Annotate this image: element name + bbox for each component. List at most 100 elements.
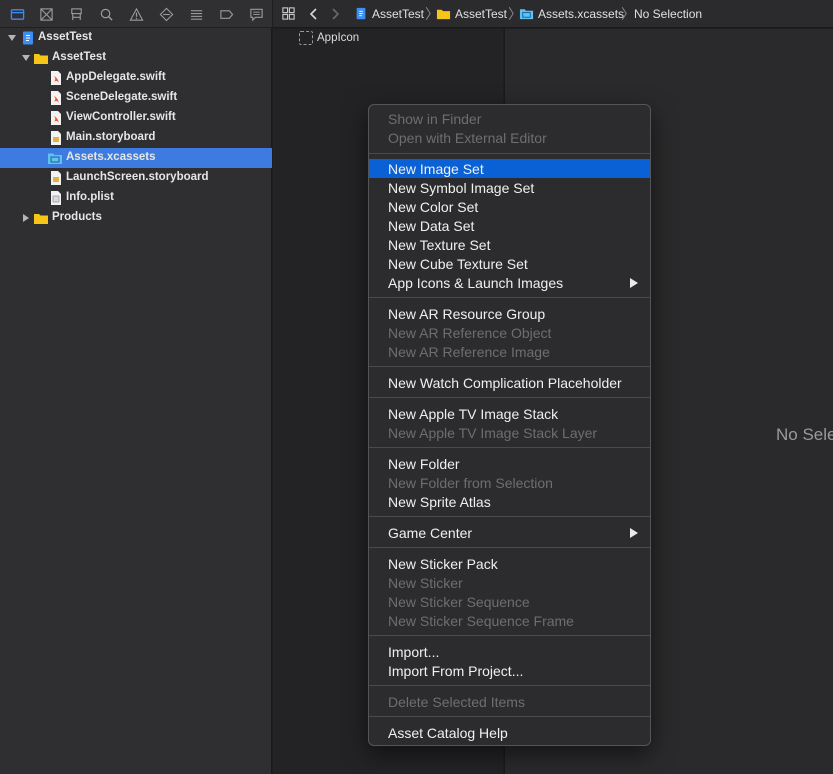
breadcrumb-item[interactable]: No Selection <box>634 7 702 21</box>
menu-item-new-texture-set[interactable]: New Texture Set <box>369 235 650 254</box>
tree-item-group[interactable]: Products <box>0 208 272 228</box>
asset-catalog-icon <box>519 9 534 20</box>
asset-item[interactable]: AppIcon <box>299 30 359 46</box>
plist-file-icon <box>51 191 61 205</box>
menu-item-new-sticker-pack[interactable]: New Sticker Pack <box>369 554 650 573</box>
menu-item-import[interactable]: Import... <box>369 642 650 661</box>
menu-separator <box>369 447 650 448</box>
menu-separator <box>369 153 650 154</box>
debug-icon[interactable] <box>187 5 205 23</box>
disclosure-open-icon[interactable] <box>7 33 17 43</box>
storyboard-file-icon <box>51 131 61 145</box>
menu-item-label: New Sticker <box>388 575 463 591</box>
asset-item-label: AppIcon <box>317 32 360 44</box>
related-items-icon[interactable] <box>281 6 296 21</box>
tree-item-file-selected[interactable]: Assets.xcassets <box>0 148 272 168</box>
tree-item-file[interactable]: LaunchScreen.storyboard <box>0 168 272 188</box>
menu-separator <box>369 297 650 298</box>
menu-item-label: New Sticker Pack <box>388 556 498 572</box>
menu-item-label: New Image Set <box>388 161 484 177</box>
menu-separator <box>369 547 650 548</box>
menu-item-new-sticker[interactable]: New Sticker <box>369 573 650 592</box>
menu-item-game-center[interactable]: Game Center <box>369 523 650 542</box>
menu-item-label: New Sprite Atlas <box>388 494 491 510</box>
asset-catalog-icon <box>48 153 62 164</box>
menu-item-new-ar-reference-object[interactable]: New AR Reference Object <box>369 323 650 342</box>
back-arrow-icon[interactable] <box>309 7 319 21</box>
disclosure-closed-icon[interactable] <box>21 213 31 223</box>
menu-item-new-sticker-sequence[interactable]: New Sticker Sequence <box>369 592 650 611</box>
menu-item-new-sticker-sequence-frame[interactable]: New Sticker Sequence Frame <box>369 611 650 630</box>
menu-item-new-apple-tv-image-stack-layer[interactable]: New Apple TV Image Stack Layer <box>369 423 650 442</box>
tree-item-file[interactable]: AppDelegate.swift <box>0 68 272 88</box>
storyboard-file-icon <box>51 171 61 185</box>
menu-item-new-sprite-atlas[interactable]: New Sprite Atlas <box>369 492 650 511</box>
menu-item-import-from-project[interactable]: Import From Project... <box>369 661 650 680</box>
menu-item-label: New AR Reference Object <box>388 325 552 341</box>
menu-separator <box>369 366 650 367</box>
menu-item-new-apple-tv-image-stack[interactable]: New Apple TV Image Stack <box>369 404 650 423</box>
breadcrumb-separator-icon: 〉 <box>621 6 635 22</box>
menu-item-new-image-set[interactable]: New Image Set <box>369 159 650 178</box>
app-icon-set-icon <box>299 31 313 45</box>
menu-item-label: Import... <box>388 644 440 660</box>
menu-item-open-external-editor[interactable]: Open with External Editor <box>369 128 650 147</box>
test-icon[interactable] <box>157 5 175 23</box>
tree-item-label: SceneDelegate.swift <box>66 91 178 103</box>
menu-item-show-in-finder[interactable]: Show in Finder <box>369 109 650 128</box>
menu-item-new-ar-resource-group[interactable]: New AR Resource Group <box>369 304 650 323</box>
find-icon[interactable] <box>97 5 115 23</box>
disclosure-open-icon[interactable] <box>21 53 31 63</box>
tree-item-file[interactable]: ViewController.swift <box>0 108 272 128</box>
menu-item-label: New Folder from Selection <box>388 475 553 491</box>
menu-item-label: New Texture Set <box>388 237 491 253</box>
tree-item-label: Main.storyboard <box>66 131 156 143</box>
menu-item-label: New AR Reference Image <box>388 344 550 360</box>
menu-item-label: Open with External Editor <box>388 130 547 146</box>
tree-item-group[interactable]: AssetTest <box>0 48 272 68</box>
breadcrumb-item[interactable]: AssetTest <box>455 7 507 21</box>
breadcrumb-item[interactable]: AssetTest <box>372 7 424 21</box>
project-navigator: AssetTest AssetTest AppDelegate.swift Sc… <box>0 0 272 774</box>
tree-item-file[interactable]: Main.storyboard <box>0 128 272 148</box>
menu-item-new-symbol-image-set[interactable]: New Symbol Image Set <box>369 178 650 197</box>
submenu-arrow-icon <box>630 278 638 288</box>
menu-item-new-cube-texture-set[interactable]: New Cube Texture Set <box>369 254 650 273</box>
tree-item-project[interactable]: AssetTest <box>0 28 272 48</box>
tree-item-label: Assets.xcassets <box>66 151 156 163</box>
menu-item-label: New Sticker Sequence <box>388 594 530 610</box>
menu-item-asset-catalog-help[interactable]: Asset Catalog Help <box>369 723 650 742</box>
breadcrumb-item[interactable]: Assets.xcassets <box>538 7 624 21</box>
menu-item-new-ar-reference-image[interactable]: New AR Reference Image <box>369 342 650 361</box>
swift-file-icon <box>51 91 61 105</box>
tree-item-file[interactable]: Info.plist <box>0 188 272 208</box>
swift-file-icon <box>51 71 61 85</box>
menu-item-new-folder[interactable]: New Folder <box>369 454 650 473</box>
menu-item-new-watch-complication[interactable]: New Watch Complication Placeholder <box>369 373 650 392</box>
menu-item-app-icons-launch-images[interactable]: App Icons & Launch Images <box>369 273 650 292</box>
forward-arrow-icon[interactable] <box>330 7 340 21</box>
folder-icon[interactable] <box>8 5 26 23</box>
menu-item-label: New Cube Texture Set <box>388 256 528 272</box>
tree-item-file[interactable]: SceneDelegate.swift <box>0 88 272 108</box>
no-selection-label: No Selection <box>776 425 833 444</box>
submenu-arrow-icon <box>630 528 638 538</box>
menu-item-label: New Watch Complication Placeholder <box>388 375 622 391</box>
menu-item-new-color-set[interactable]: New Color Set <box>369 197 650 216</box>
folder-icon <box>34 214 48 224</box>
menu-item-delete-selected-items[interactable]: Delete Selected Items <box>369 692 650 711</box>
menu-item-label: App Icons & Launch Images <box>388 275 564 291</box>
tree-item-label: Products <box>52 211 102 223</box>
project-icon <box>356 7 366 20</box>
issue-icon[interactable] <box>127 5 145 23</box>
jump-bar: AssetTest 〉 AssetTest 〉 Assets.xcassets … <box>273 0 833 28</box>
report-icon[interactable] <box>247 5 265 23</box>
folder-icon <box>34 54 48 64</box>
menu-item-new-data-set[interactable]: New Data Set <box>369 216 650 235</box>
menu-item-new-folder-from-selection[interactable]: New Folder from Selection <box>369 473 650 492</box>
menu-item-label: New Symbol Image Set <box>388 180 535 196</box>
symbol-icon[interactable] <box>67 5 85 23</box>
menu-item-label: Asset Catalog Help <box>388 725 508 741</box>
breakpoint-icon[interactable] <box>217 5 235 23</box>
source-control-icon[interactable] <box>37 5 55 23</box>
